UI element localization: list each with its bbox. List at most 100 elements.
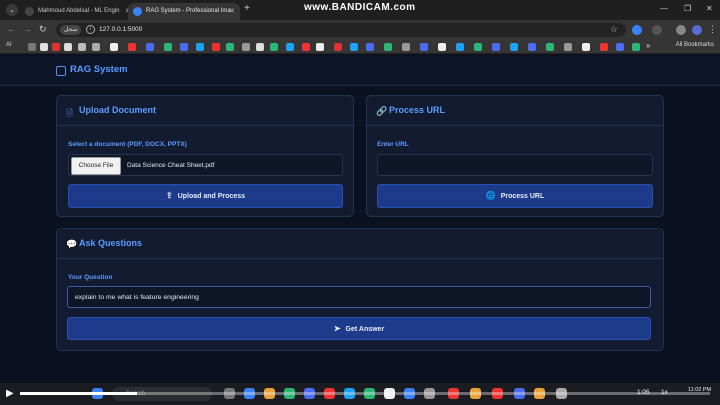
bookmark-icon[interactable]	[196, 43, 204, 51]
bookmark-icon[interactable]	[334, 43, 342, 51]
maximize-icon[interactable]: ❐	[684, 4, 691, 13]
taskbar: Search ▶ 1:05 1x 11:02 PM	[0, 383, 720, 405]
brand-title[interactable]: RAG System	[70, 64, 128, 75]
extension-icon[interactable]	[632, 25, 642, 35]
bookmark-icon[interactable]	[402, 43, 410, 51]
bookmark-icon[interactable]	[40, 43, 48, 51]
bookmark-icon[interactable]	[582, 43, 590, 51]
url-text[interactable]: 127.0.0.1:5000	[99, 23, 142, 37]
minimize-icon[interactable]: —	[660, 4, 668, 13]
browser-tab-profile[interactable]: Mahmoud Abdelsal - ML Engin ✕	[20, 3, 136, 20]
bookmark-icon[interactable]	[78, 43, 86, 51]
bookmark-icon[interactable]	[212, 43, 220, 51]
browser-tab-rag[interactable]: RAG System - Professional Ima ✕	[128, 3, 240, 20]
menu-icon[interactable]: ⋮	[708, 24, 717, 35]
upload-and-process-button[interactable]: ⇪ Upload and Process	[68, 184, 343, 208]
favicon	[133, 7, 142, 16]
tab-label: Mahmoud Abdelsal - ML Engin	[38, 8, 120, 14]
bookmark-icon[interactable]	[384, 43, 392, 51]
bookmark-icon[interactable]	[64, 43, 72, 51]
upload-document-card: 🗎 Upload Document Select a document (PDF…	[56, 95, 354, 217]
video-seek-bar[interactable]	[20, 392, 710, 395]
bookmark-icon[interactable]	[350, 43, 358, 51]
url-badge[interactable]: سجل	[60, 25, 82, 35]
bookmark-icon[interactable]	[128, 43, 136, 51]
bookmark-icon[interactable]	[302, 43, 310, 51]
button-label: Upload and Process	[177, 193, 245, 200]
bookmark-icon[interactable]	[316, 43, 324, 51]
process-url-button[interactable]: 🌐 Process URL	[377, 184, 653, 208]
bookmark-folder[interactable]: AI	[6, 42, 12, 48]
video-progress	[20, 392, 138, 395]
button-label: Process URL	[500, 193, 545, 200]
recorder-watermark: www.BANDICAM.com	[304, 2, 416, 13]
url-field[interactable]: سجل i 127.0.0.1:5000 ☆	[56, 23, 626, 37]
bookmark-icon[interactable]	[546, 43, 554, 51]
question-label: Your Question	[68, 274, 113, 281]
bookmarks-bar: AI » All Bookmarks	[0, 40, 720, 54]
bookmark-icon[interactable]	[52, 43, 60, 51]
card-title: Process URL	[389, 105, 446, 115]
ask-questions-card: 💬 Ask Questions Your Question ➤ Get Answe…	[56, 228, 664, 351]
back-icon[interactable]: ←	[7, 24, 16, 34]
chevron-right-icon[interactable]: »	[646, 41, 650, 50]
star-icon[interactable]: ☆	[610, 24, 618, 35]
info-icon[interactable]: i	[86, 25, 95, 34]
bookmark-icon[interactable]	[226, 43, 234, 51]
close-icon[interactable]: ✕	[229, 3, 235, 20]
bookmark-icon[interactable]	[600, 43, 608, 51]
bookmark-icon[interactable]	[28, 43, 36, 51]
url-input[interactable]	[377, 154, 653, 176]
url-label: Enter URL	[377, 141, 409, 148]
new-tab-icon[interactable]: +	[244, 3, 250, 14]
selected-file-name: Data Science Cheat Sheet.pdf	[127, 162, 215, 169]
bookmark-icon[interactable]	[110, 43, 118, 51]
bookmark-icon[interactable]	[164, 43, 172, 51]
card-header: 💬 Ask Questions	[57, 229, 663, 259]
system-clock: 11:02 PM	[688, 387, 712, 393]
video-time: 1:05	[637, 389, 650, 396]
bookmark-icon[interactable]	[510, 43, 518, 51]
tab-list-icon[interactable]: ⌄	[6, 4, 18, 16]
bookmark-icon[interactable]	[474, 43, 482, 51]
profile-icon[interactable]	[676, 25, 686, 35]
bookmark-icon[interactable]	[632, 43, 640, 51]
bookmark-icon[interactable]	[492, 43, 500, 51]
card-header: 🗎 Upload Document	[57, 96, 353, 126]
bookmark-icon[interactable]	[242, 43, 250, 51]
bookmark-icon[interactable]	[270, 43, 278, 51]
bookmark-icon[interactable]	[616, 43, 624, 51]
bookmark-icon[interactable]	[92, 43, 100, 51]
bookmark-icon[interactable]	[146, 43, 154, 51]
get-answer-button[interactable]: ➤ Get Answer	[67, 317, 651, 340]
question-input[interactable]	[67, 286, 651, 308]
bookmark-icon[interactable]	[286, 43, 294, 51]
playback-speed[interactable]: 1x	[661, 389, 668, 396]
window-close-icon[interactable]: ✕	[706, 4, 713, 13]
tab-label: RAG System - Professional Ima	[146, 8, 231, 14]
bookmark-icon[interactable]	[256, 43, 264, 51]
bookmark-icon[interactable]	[438, 43, 446, 51]
play-icon[interactable]: ▶	[6, 388, 14, 399]
bookmark-icon[interactable]	[456, 43, 464, 51]
bookmark-icon[interactable]	[366, 43, 374, 51]
extension-icon[interactable]	[652, 25, 662, 35]
choose-file-button[interactable]: Choose File	[71, 157, 121, 175]
link-icon: 🔗	[376, 106, 388, 116]
bookmark-icon[interactable]	[528, 43, 536, 51]
card-header: 🔗 Process URL	[367, 96, 663, 126]
chat-icon: 💬	[66, 239, 78, 249]
document-label: Select a document (PDF, DOCX, PPTX)	[68, 141, 187, 148]
card-title: Upload Document	[79, 105, 157, 115]
file-input[interactable]: Choose File Data Science Cheat Sheet.pdf	[68, 154, 343, 176]
bookmark-icon[interactable]	[420, 43, 428, 51]
bookmark-icon[interactable]	[564, 43, 572, 51]
all-bookmarks[interactable]: All Bookmarks	[676, 42, 714, 48]
forward-icon[interactable]: →	[23, 24, 32, 34]
avatar[interactable]	[692, 25, 702, 35]
bookmark-icon[interactable]	[180, 43, 188, 51]
send-icon: ➤	[333, 324, 341, 333]
process-url-card: 🔗 Process URL Enter URL 🌐 Process URL	[366, 95, 664, 217]
reload-icon[interactable]: ↻	[39, 24, 47, 35]
upload-icon: ⇪	[166, 191, 173, 200]
